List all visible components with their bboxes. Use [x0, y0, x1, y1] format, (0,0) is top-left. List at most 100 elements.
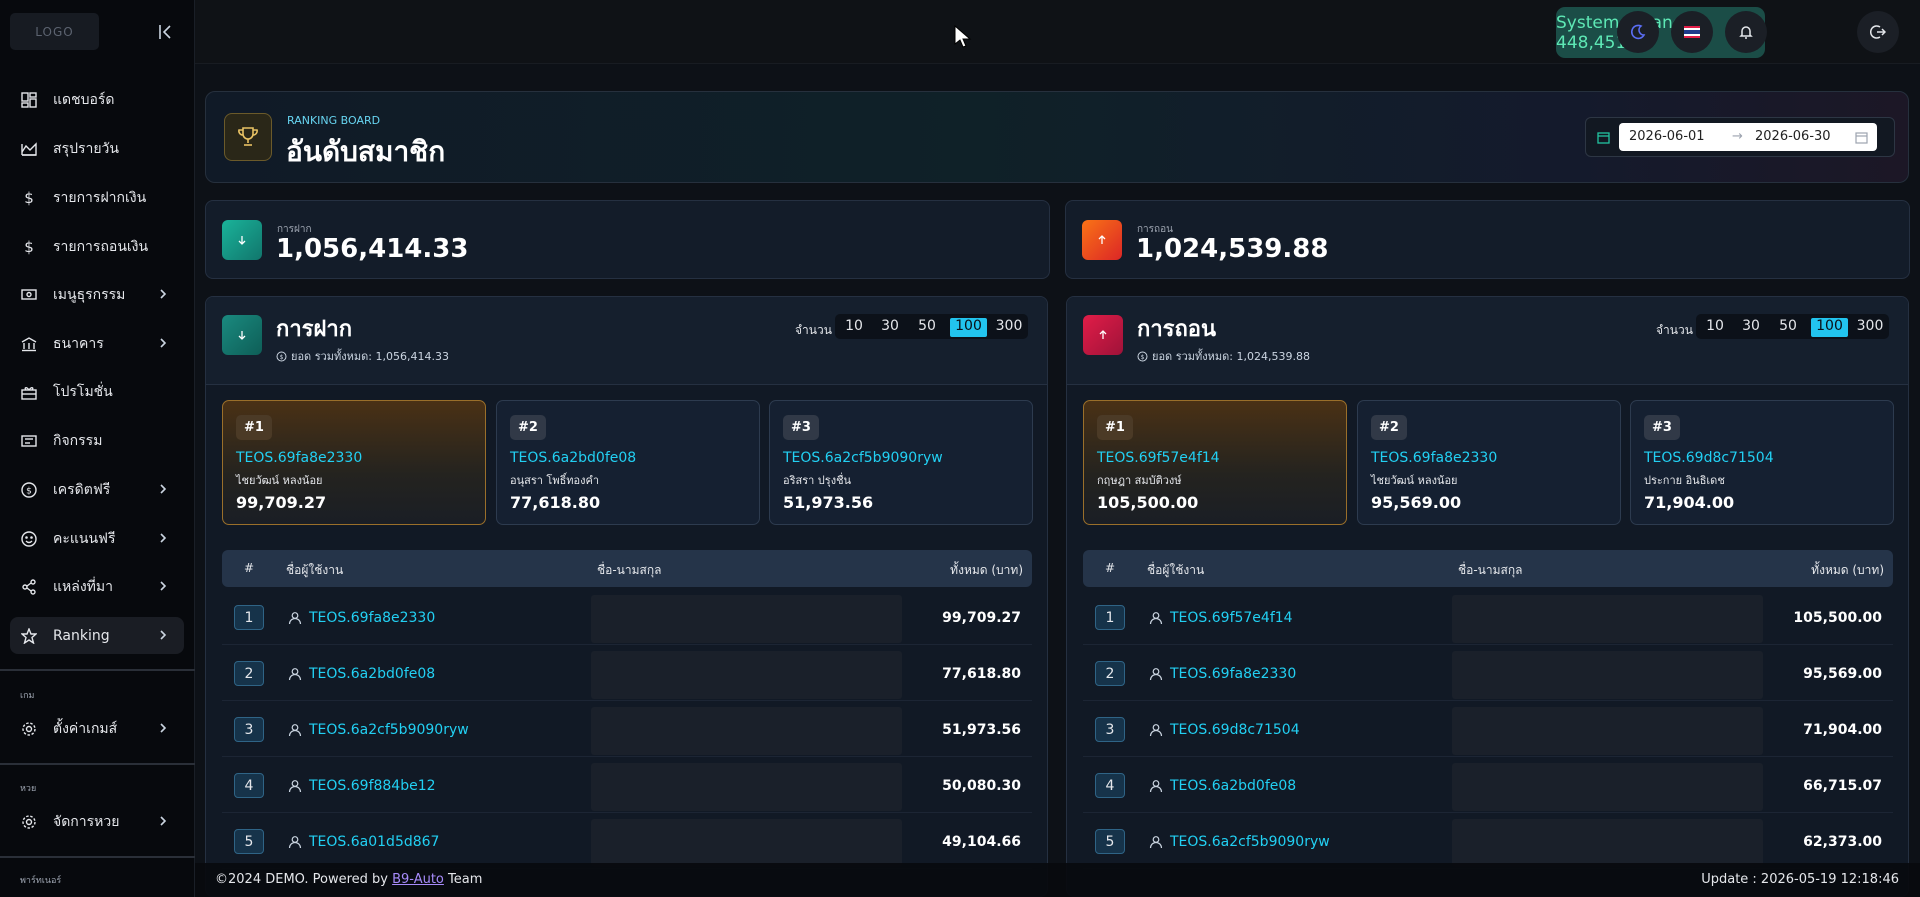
rank-amount: 77,618.80 — [510, 493, 601, 512]
sidebar-item-label: โปรโมชั่น — [53, 383, 113, 400]
rank-username[interactable]: TEOS.69d8c71504 — [1644, 450, 1774, 466]
row-username[interactable]: TEOS.69f884be12 — [309, 778, 436, 794]
top-rank-card[interactable]: #1 TEOS.69f57e4f14 กฤษฎา สมบัติวงษ์ 105,… — [1083, 400, 1347, 525]
sidebar-item-withdrawals[interactable]: $ รายการถอนเงิน — [10, 228, 184, 265]
user-icon — [1149, 724, 1163, 737]
row-username[interactable]: TEOS.6a2bd0fe08 — [309, 666, 435, 682]
count-option[interactable]: 10 — [1704, 318, 1726, 337]
rank-amount: 99,709.27 — [236, 493, 327, 512]
date-to[interactable]: 2026-06-30 — [1755, 129, 1831, 144]
user-icon — [288, 836, 302, 849]
withdraw-stat-card: การถอน 1,024,539.88 — [1065, 200, 1910, 279]
rank-username[interactable]: TEOS.69f57e4f14 — [1097, 450, 1220, 466]
row-username[interactable]: TEOS.6a2bd0fe08 — [1170, 778, 1296, 794]
sidebar-item-label: Ranking — [53, 627, 110, 644]
sidebar-item-transactions[interactable]: เมนูธุรกรรม — [10, 276, 184, 313]
rank-username[interactable]: TEOS.6a2bd0fe08 — [510, 450, 636, 466]
col-header-total: ทั้งหมด (บาท) — [950, 563, 1023, 577]
sidebar-item-daily-summary[interactable]: สรุปรายวัน — [10, 130, 184, 167]
table-row: 4 TEOS.69f884be12 50,080.30 — [222, 757, 1032, 813]
rank-username[interactable]: TEOS.69fa8e2330 — [236, 450, 362, 466]
stat-value: 1,056,414.33 — [276, 234, 469, 264]
top-rank-card[interactable]: #2 TEOS.6a2bd0fe08 อนุสรา โพธิ์ทองคำ 77,… — [496, 400, 760, 525]
sidebar-item-free-credit[interactable]: $ เครดิตฟรี — [10, 471, 184, 508]
sidebar-item-free-points[interactable]: คะแนนฟรี — [10, 520, 184, 557]
count-option[interactable]: 10 — [843, 318, 865, 337]
language-button[interactable] — [1671, 11, 1713, 53]
table-row: 1 TEOS.69fa8e2330 99,709.27 — [222, 589, 1032, 645]
user-icon — [288, 780, 302, 793]
sidebar-item-deposits[interactable]: $ รายการฝากเงิน — [10, 179, 184, 216]
powered-by-link[interactable]: B9-Auto — [392, 872, 444, 887]
row-fullname — [1452, 763, 1763, 811]
panel-title: การถอน — [1137, 317, 1217, 342]
dashboard-grid-icon — [19, 90, 39, 110]
count-option-selected[interactable]: 100 — [950, 318, 987, 337]
arrow-down-icon — [222, 315, 262, 355]
gear-icon — [19, 812, 39, 832]
sidebar: LOGO แดชบอร์ด สรุปรายวัน $ รายการฝากเงิน… — [0, 0, 195, 897]
moon-icon — [1631, 24, 1646, 40]
row-username[interactable]: TEOS.69fa8e2330 — [1170, 666, 1296, 682]
top-rank-card[interactable]: #3 TEOS.69d8c71504 ประกาย อินธิเดช 71,90… — [1630, 400, 1894, 525]
sidebar-item-dashboard[interactable]: แดชบอร์ด — [10, 81, 184, 118]
date-from[interactable]: 2026-06-01 — [1629, 129, 1705, 144]
user-icon — [288, 668, 302, 681]
arrow-up-icon — [1082, 220, 1122, 260]
rank-username[interactable]: TEOS.6a2cf5b9090ryw — [783, 450, 943, 466]
sidebar-item-ranking[interactable]: Ranking — [10, 617, 184, 654]
col-header-total: ทั้งหมด (บาท) — [1811, 563, 1884, 577]
theme-toggle-button[interactable] — [1617, 11, 1659, 53]
col-header-name: ชื่อ-นามสกุล — [597, 563, 662, 577]
chevron-right-icon — [160, 630, 167, 640]
rank-fullname: อริสรา ปรุงชื่น — [783, 474, 852, 487]
row-username[interactable]: TEOS.69d8c71504 — [1170, 722, 1300, 738]
count-option-selected[interactable]: 100 — [1811, 318, 1848, 337]
row-username[interactable]: TEOS.69fa8e2330 — [309, 610, 435, 626]
col-header-user: ชื่อผู้ใช้งาน — [286, 563, 344, 577]
count-option[interactable]: 300 — [994, 318, 1024, 337]
sidebar-item-activity[interactable]: กิจกรรม — [10, 422, 184, 459]
top-rank-card[interactable]: #2 TEOS.69fa8e2330 ไชยวัฒน์ หลงน้อย 95,5… — [1357, 400, 1621, 525]
count-option[interactable]: 50 — [1777, 318, 1799, 337]
sidebar-divider — [0, 763, 195, 765]
row-rank: 4 — [1095, 773, 1125, 798]
count-option[interactable]: 300 — [1855, 318, 1885, 337]
sidebar-item-bank[interactable]: ธนาคาร — [10, 325, 184, 362]
row-username[interactable]: TEOS.6a01d5d867 — [309, 834, 439, 850]
date-range-picker[interactable]: 2026-06-01 → 2026-06-30 — [1585, 117, 1895, 157]
row-rank: 5 — [1095, 829, 1125, 854]
panel-header: การถอน $ ยอด รวมทั้งหมด: 1,024,539.88 จำน… — [1067, 297, 1908, 385]
notification-button[interactable] — [1725, 11, 1767, 53]
top-rank-card[interactable]: #1 TEOS.69fa8e2330 ไชยวัฒน์ หลงน้อย 99,7… — [222, 400, 486, 525]
footer: ©2024 DEMO. Powered by B9-Auto Team Upda… — [195, 863, 1920, 897]
row-fullname — [591, 707, 902, 755]
logo[interactable]: LOGO — [10, 13, 99, 50]
rank-username[interactable]: TEOS.69fa8e2330 — [1371, 450, 1497, 466]
row-username[interactable]: TEOS.6a2cf5b9090ryw — [309, 722, 469, 738]
sidebar-item-game-settings[interactable]: ตั้งค่าเกมส์ — [10, 710, 184, 747]
sidebar-item-lotto-manage[interactable]: จัดการหวย — [10, 803, 184, 840]
rank-badge: #2 — [1371, 415, 1407, 440]
count-option[interactable]: 50 — [916, 318, 938, 337]
top-rank-card[interactable]: #3 TEOS.6a2cf5b9090ryw อริสรา ปรุงชื่น 5… — [769, 400, 1033, 525]
collapse-sidebar-icon[interactable] — [156, 22, 176, 42]
section-label-lotto: หวย — [20, 784, 37, 794]
rank-badge: #2 — [510, 415, 546, 440]
row-fullname — [1452, 819, 1763, 867]
count-selector[interactable]: 10 30 50 100 300 — [835, 314, 1028, 339]
count-option[interactable]: 30 — [879, 318, 901, 337]
panel-total-text: ยอด รวมทั้งหมด: 1,024,539.88 — [1152, 350, 1310, 363]
logout-button[interactable] — [1857, 11, 1899, 53]
count-option[interactable]: 30 — [1740, 318, 1762, 337]
row-username[interactable]: TEOS.69f57e4f14 — [1170, 610, 1293, 626]
sidebar-item-promotion[interactable]: โปรโมชั่น — [10, 373, 184, 410]
row-amount: 50,080.30 — [942, 778, 1021, 794]
row-username[interactable]: TEOS.6a2cf5b9090ryw — [1170, 834, 1330, 850]
calendar-icon — [1597, 132, 1610, 144]
count-selector[interactable]: 10 30 50 100 300 — [1696, 314, 1889, 339]
sidebar-item-sources[interactable]: แหล่งที่มา — [10, 568, 184, 605]
sidebar-item-label: เมนูธุรกรรม — [53, 286, 126, 303]
date-range-input[interactable]: 2026-06-01 → 2026-06-30 — [1619, 123, 1877, 151]
table-header: # ชื่อผู้ใช้งาน ชื่อ-นามสกุล ทั้งหมด (บา… — [1083, 550, 1893, 587]
